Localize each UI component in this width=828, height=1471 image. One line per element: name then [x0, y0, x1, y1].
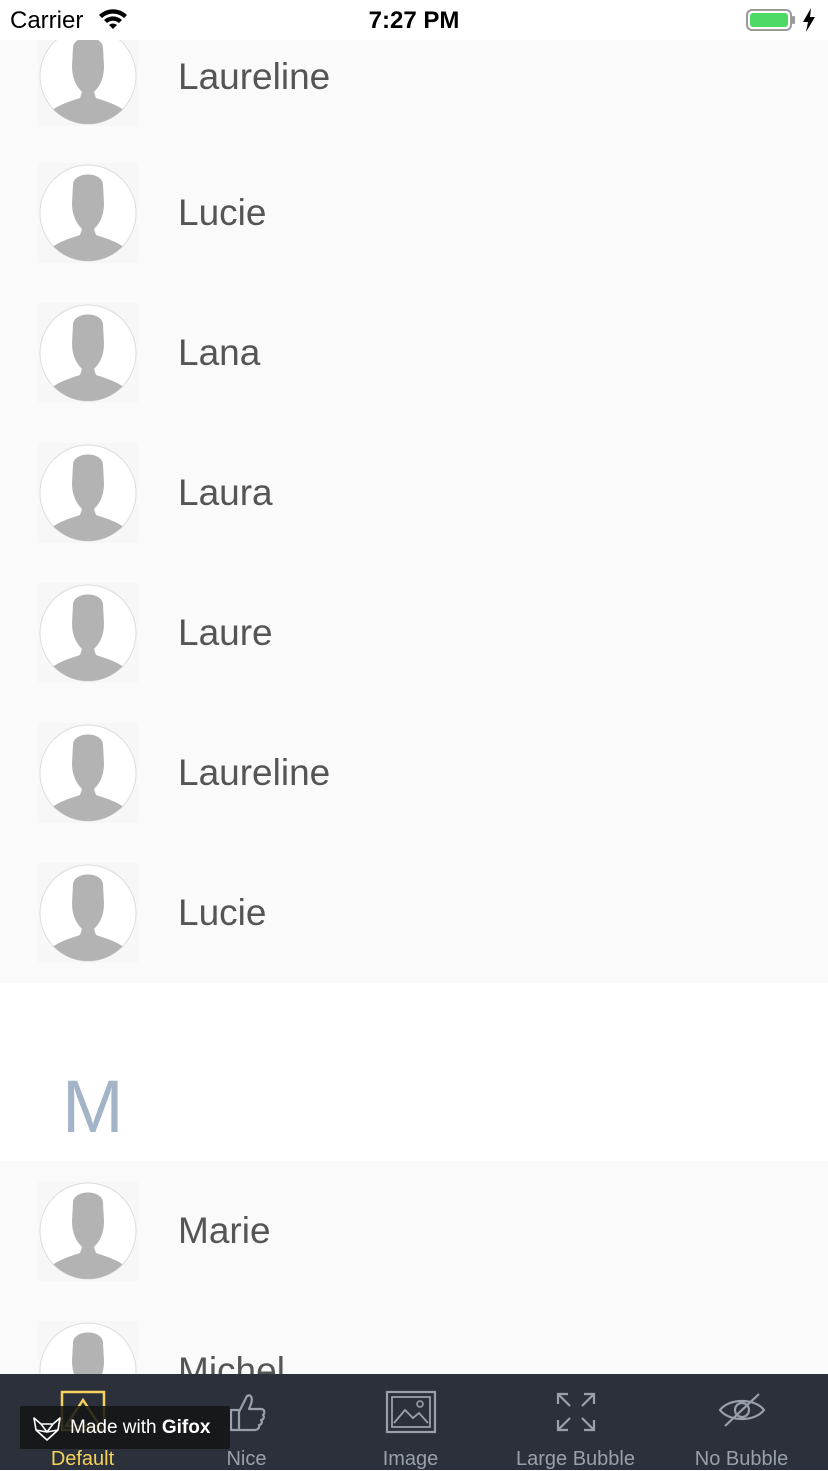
- fox-logo-icon: [33, 1417, 61, 1441]
- contact-row[interactable]: Laureline: [0, 26, 828, 143]
- contact-name: Laura: [178, 472, 273, 513]
- charging-bolt-icon: [803, 8, 815, 32]
- contact-name: Laureline: [178, 56, 331, 97]
- person-silhouette-icon: [38, 26, 138, 126]
- expand-arrows-icon: [556, 1392, 595, 1432]
- contact-name: Lucie: [178, 192, 267, 233]
- battery-icon: [746, 9, 795, 31]
- contact-name: Marie: [178, 1210, 271, 1251]
- person-silhouette-icon: [38, 163, 138, 263]
- tab-label: Image: [382, 1448, 439, 1470]
- person-silhouette-icon: [38, 583, 138, 683]
- section-header-m: M: [0, 983, 828, 1161]
- gifox-prefix: Made with: [70, 1417, 162, 1438]
- gifox-brand: Gifox: [161, 1417, 211, 1438]
- tab-label: Nice: [226, 1448, 267, 1470]
- status-time: 7:27 PM: [368, 7, 460, 34]
- contact-name: Laureline: [178, 752, 331, 793]
- contact-row[interactable]: Laureline: [0, 703, 828, 843]
- gifox-watermark: Made with Gifox: [20, 1406, 230, 1449]
- contact-row[interactable]: Laura: [0, 423, 828, 563]
- contact-row[interactable]: Laure: [0, 563, 828, 703]
- person-silhouette-icon: [38, 723, 138, 823]
- status-bar: Carrier 7:27 PM: [0, 0, 828, 40]
- contact-name: Lana: [178, 332, 261, 373]
- tab-label: Large Bubble: [516, 1448, 635, 1470]
- tab-label: Default: [50, 1448, 115, 1470]
- gifox-text: Made with Gifox: [70, 1417, 210, 1439]
- thumbs-up-icon: [229, 1394, 265, 1432]
- contact-group-l: Laureline Lucie Lana Laura Laure Laureli…: [0, 26, 828, 983]
- contact-list[interactable]: Laureline Lucie Lana Laura Laure Laureli…: [0, 26, 828, 1441]
- contact-row[interactable]: Lana: [0, 283, 828, 423]
- section-letter: M: [62, 1065, 124, 1148]
- tab-no-bubble[interactable]: No Bubble: [659, 1374, 824, 1470]
- person-silhouette-icon: [38, 863, 138, 963]
- tab-image[interactable]: Image: [328, 1374, 493, 1470]
- person-silhouette-icon: [38, 443, 138, 543]
- eye-slash-icon: [718, 1393, 765, 1427]
- person-silhouette-icon: [38, 303, 138, 403]
- person-silhouette-icon: [38, 1181, 138, 1281]
- contact-row[interactable]: Marie: [0, 1161, 828, 1301]
- tab-large-bubble[interactable]: Large Bubble: [493, 1374, 658, 1470]
- contact-row[interactable]: Lucie: [0, 143, 828, 283]
- image-icon: [385, 1390, 436, 1434]
- contact-name: Lucie: [178, 892, 267, 933]
- tab-label: No Bubble: [694, 1448, 789, 1470]
- contact-name: Laure: [178, 612, 273, 653]
- contact-row[interactable]: Lucie: [0, 843, 828, 983]
